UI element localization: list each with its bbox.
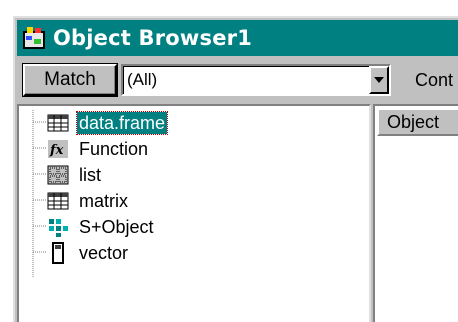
contents-button-label: Cont <box>415 69 454 90</box>
match-button[interactable]: Match <box>22 63 118 97</box>
tree-item-s-object[interactable]: S+Object <box>47 214 156 240</box>
tree-item-function[interactable]: fx Function <box>47 136 150 162</box>
tree-item-label: matrix <box>79 191 128 211</box>
object-tree[interactable]: data.frame fx Function list matrix S+Obj… <box>17 104 371 322</box>
object-list[interactable]: Object <box>373 104 458 322</box>
filter-value: (All) <box>127 70 158 89</box>
tree-item-list[interactable]: list <box>47 162 103 188</box>
grid-icon <box>47 190 69 212</box>
tree-item-label: data.frame <box>75 111 169 135</box>
tree-item-label: Function <box>79 139 149 159</box>
dropdown-arrow-icon[interactable] <box>369 66 389 94</box>
column-header-label: Object <box>387 112 440 132</box>
object-browser-icon <box>21 25 47 51</box>
object-browser-window: Object Browser1 Match (All) Cont data.fr… <box>13 16 458 322</box>
tree-item-matrix[interactable]: matrix <box>47 188 130 214</box>
list-icon <box>47 164 69 186</box>
function-icon: fx <box>47 138 69 160</box>
vector-icon <box>47 242 69 264</box>
svg-text:fx: fx <box>49 143 64 158</box>
contents-button[interactable]: Cont <box>401 64 458 96</box>
grid-icon <box>47 112 69 134</box>
column-header-object[interactable]: Object <box>377 108 458 136</box>
tree-item-label: list <box>79 165 101 185</box>
title-bar[interactable]: Object Browser1 <box>17 20 458 56</box>
filter-combobox[interactable]: (All) <box>121 64 391 96</box>
tree-item-data-frame[interactable]: data.frame <box>47 110 169 136</box>
tree-item-vector[interactable]: vector <box>47 240 130 266</box>
tree-item-label: vector <box>79 243 129 263</box>
window-title: Object Browser1 <box>53 26 253 50</box>
match-button-label: Match <box>44 69 96 90</box>
toolbar: Match (All) Cont <box>17 58 458 102</box>
object-icon <box>47 216 69 238</box>
tree-item-label: S+Object <box>79 217 154 237</box>
